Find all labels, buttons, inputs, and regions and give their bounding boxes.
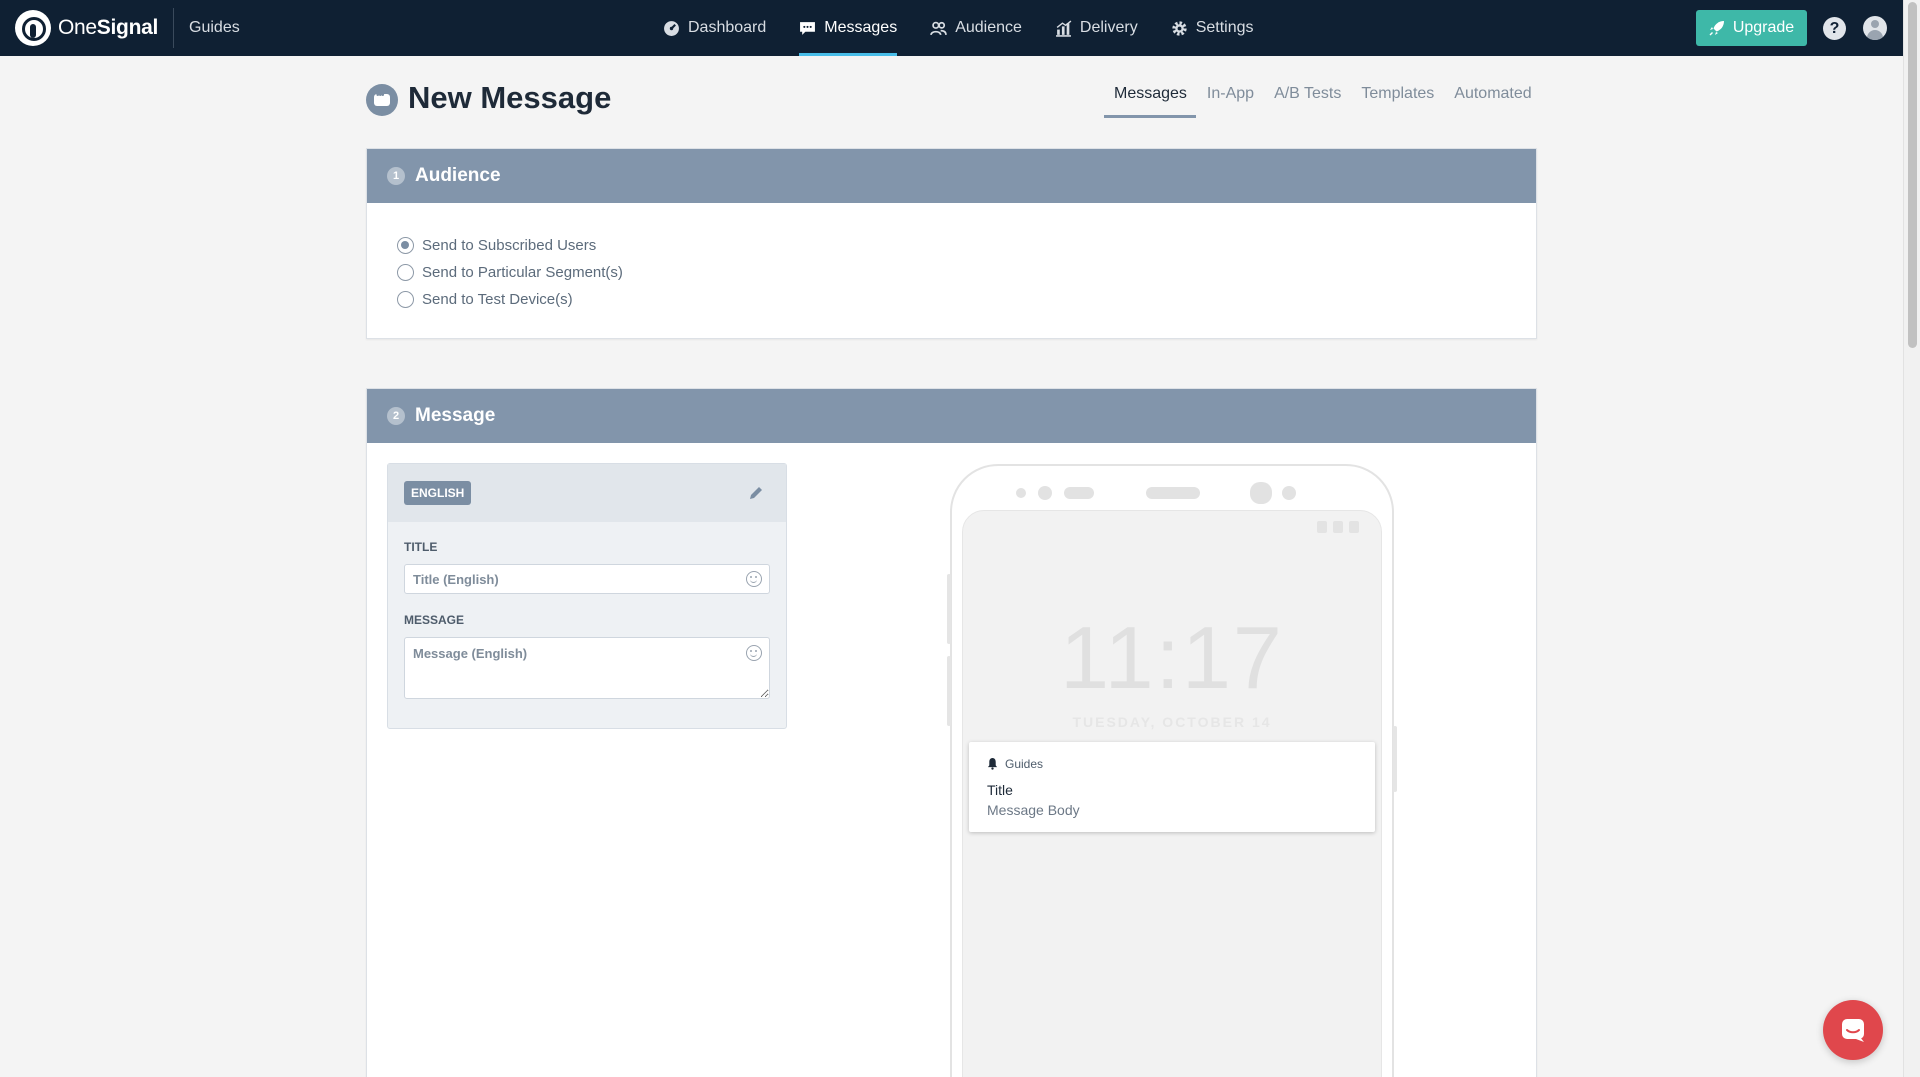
gear-icon	[1171, 20, 1188, 37]
lock-screen-time: 11:17	[1060, 608, 1284, 707]
tab-messages[interactable]: Messages	[1104, 78, 1196, 118]
radio-button[interactable]	[397, 291, 414, 308]
tab-templates[interactable]: Templates	[1361, 78, 1434, 118]
app-name[interactable]: Guides	[173, 8, 240, 48]
chat-icon	[1842, 1019, 1864, 1042]
pencil-icon[interactable]	[748, 485, 764, 501]
message-bubble-icon	[366, 84, 398, 116]
page-title: New Message	[408, 80, 612, 115]
phone-sensor	[1282, 486, 1296, 500]
tab-in-app[interactable]: In-App	[1207, 78, 1254, 118]
emoji-icon[interactable]	[746, 645, 762, 661]
radio-button-checked[interactable]	[397, 237, 414, 254]
radio-label: Send to Subscribed Users	[422, 237, 597, 254]
tab-automated[interactable]: Automated	[1454, 78, 1531, 118]
audience-options: Send to Subscribed Users Send to Particu…	[397, 232, 623, 313]
phone-side-button	[947, 574, 951, 644]
message-textarea[interactable]	[404, 637, 770, 699]
nav-delivery[interactable]: Delivery	[1055, 0, 1138, 56]
user-avatar-icon[interactable]	[1863, 16, 1887, 40]
logo-text: OneSignal	[58, 16, 159, 39]
message-title: Message	[415, 405, 496, 426]
radio-button[interactable]	[397, 264, 414, 281]
lock-screen-date: TUESDAY, OCTOBER 14	[1072, 714, 1272, 730]
emoji-icon[interactable]	[746, 571, 762, 587]
upgrade-button[interactable]: Upgrade	[1696, 10, 1807, 46]
audience-header: 1 Audience	[367, 149, 1536, 203]
messages-icon	[799, 20, 816, 37]
chat-launcher-button[interactable]	[1823, 1000, 1883, 1060]
tab-ab-tests[interactable]: A/B Tests	[1274, 78, 1341, 118]
notification-title: Title	[987, 782, 1013, 798]
radio-subscribed-users[interactable]: Send to Subscribed Users	[397, 232, 623, 259]
nav-messages-label: Messages	[824, 19, 898, 36]
title-field-label: TITLE	[404, 540, 438, 554]
phone-sensor	[1038, 486, 1052, 500]
radio-label: Send to Particular Segment(s)	[422, 264, 623, 281]
nav-audience[interactable]: Audience	[930, 0, 1022, 56]
phone-camera	[1250, 482, 1272, 504]
audience-section: 1 Audience Send to Subscribed Users Send…	[366, 148, 1537, 339]
page-scrollbar[interactable]	[1903, 0, 1920, 1077]
audience-icon	[930, 20, 947, 37]
step-number-badge: 2	[387, 407, 405, 425]
message-header: 2 Message	[367, 389, 1536, 443]
language-panel-header: ENGLISH	[388, 464, 786, 522]
nav-audience-label: Audience	[955, 19, 1022, 36]
scrollbar-thumb[interactable]	[1908, 2, 1917, 348]
nav-delivery-label: Delivery	[1079, 19, 1138, 36]
onesignal-logo-icon	[15, 10, 51, 46]
nav-settings-label: Settings	[1195, 19, 1254, 36]
radio-test-devices[interactable]: Send to Test Device(s)	[397, 286, 623, 313]
radio-label: Send to Test Device(s)	[422, 291, 573, 308]
phone-sensor	[1064, 487, 1094, 499]
phone-side-button	[947, 656, 951, 726]
message-type-tabs: Messages In-App A/B Tests Templates Auto…	[1104, 78, 1552, 118]
phone-side-button	[1393, 726, 1397, 792]
nav-dashboard[interactable]: Dashboard	[663, 0, 766, 56]
nav-dashboard-label: Dashboard	[688, 19, 767, 36]
title-input[interactable]	[404, 564, 770, 594]
message-field-label: MESSAGE	[404, 613, 465, 627]
nav-messages[interactable]: Messages	[799, 0, 897, 56]
notification-body: Message Body	[987, 802, 1080, 818]
top-navbar: OneSignal Guides Dashboard Messages Audi…	[0, 0, 1903, 56]
help-icon[interactable]: ?	[1823, 17, 1846, 40]
bell-icon	[987, 758, 998, 770]
audience-title: Audience	[415, 165, 501, 186]
delivery-icon	[1055, 20, 1072, 37]
dashboard-icon	[663, 20, 680, 37]
language-badge[interactable]: ENGLISH	[404, 481, 472, 505]
step-number-badge: 1	[387, 167, 405, 185]
upgrade-label: Upgrade	[1732, 19, 1795, 36]
notification-preview: Guides Title Message Body	[969, 742, 1375, 832]
phone-sensor	[1016, 488, 1026, 498]
main-nav: Dashboard Messages Audience Delivery Set…	[663, 0, 1287, 56]
radio-particular-segments[interactable]: Send to Particular Segment(s)	[397, 259, 623, 286]
phone-speaker	[1146, 487, 1200, 499]
notification-app-name: Guides	[1005, 757, 1044, 771]
onesignal-logo[interactable]: OneSignal	[15, 0, 158, 56]
phone-status-icons	[1317, 521, 1359, 533]
language-panel: ENGLISH TITLE MESSAGE	[387, 463, 787, 729]
rocket-icon	[1709, 21, 1724, 36]
nav-settings[interactable]: Settings	[1171, 0, 1254, 56]
